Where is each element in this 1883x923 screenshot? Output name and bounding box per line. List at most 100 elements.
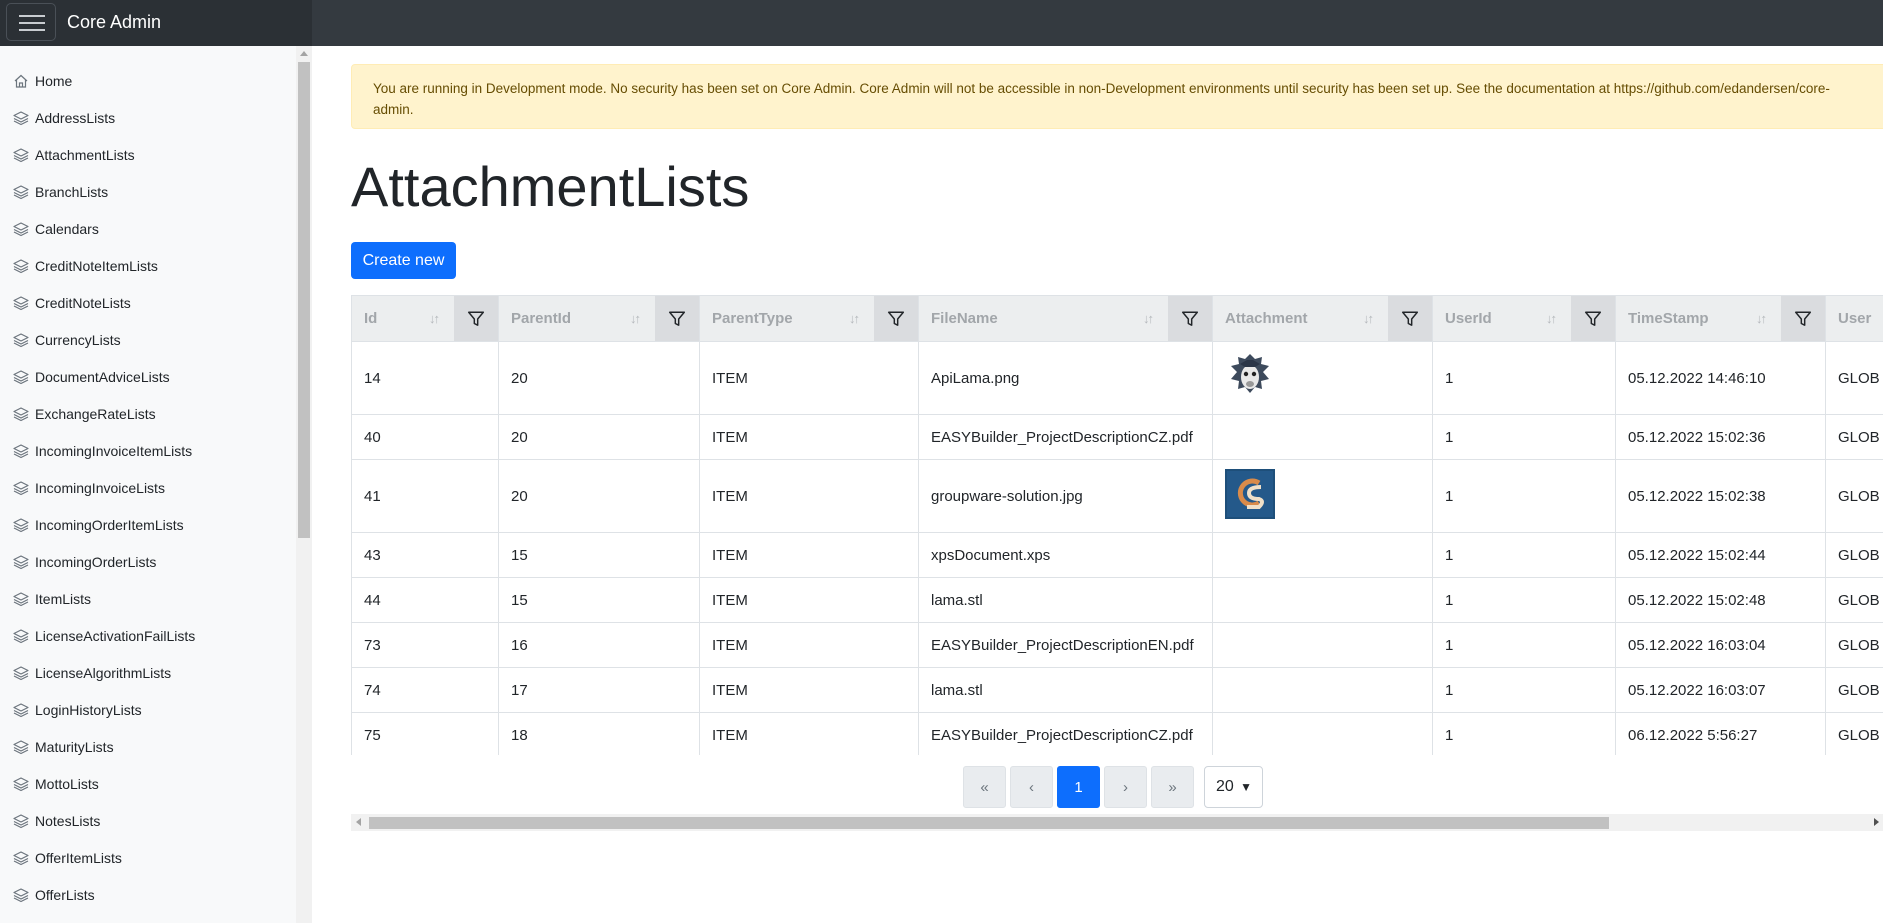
sidebar-item-home[interactable]: Home — [0, 64, 296, 98]
table-row[interactable]: 44 15 ITEM lama.stl 1 05.12.2022 15:02:48 GLOB — [351, 577, 1883, 623]
prev-page-button[interactable]: ‹ — [1010, 766, 1053, 808]
scroll-right-arrow-icon[interactable] — [1874, 818, 1879, 826]
sidebar-item-maturitylists[interactable]: MaturityLists — [0, 730, 296, 764]
sidebar-item-mottolists[interactable]: MottoLists — [0, 767, 296, 801]
sidebar-item-creditnotelists[interactable]: CreditNoteLists — [0, 286, 296, 320]
table-row[interactable]: 14 20 ITEM ApiLama.png 1 05.12.2022 14:46:10 G… — [351, 341, 1883, 415]
sidebar-item-label: CreditNoteLists — [35, 295, 131, 311]
table-row[interactable]: 40 20 ITEM EASYBuilder_ProjectDescriptionCZ… — [351, 414, 1883, 460]
cell-parent-id: 15 — [498, 532, 700, 578]
filter-icon — [1794, 310, 1812, 328]
sidebar-item-branchlists[interactable]: BranchLists — [0, 175, 296, 209]
sidebar-item-incominginvoicelists[interactable]: IncomingInvoiceLists — [0, 471, 296, 505]
sort-icon[interactable]: ↓↑ — [630, 311, 641, 326]
sort-icon[interactable]: ↓↑ — [1756, 311, 1767, 326]
cell-user-id: 1 — [1432, 667, 1616, 713]
column-header-user[interactable]: User — [1825, 295, 1883, 342]
sidebar-item-addresslists[interactable]: AddressLists — [0, 101, 296, 135]
column-header-attachment[interactable]: Attachment ↓↑ — [1212, 295, 1433, 342]
cell-timestamp: 06.12.2022 5:56:27 — [1615, 712, 1826, 755]
cell-user: GLOB — [1825, 667, 1883, 713]
data-table-container: Id ↓↑ ParentId ↓↑ ParentType ↓↑ FileName ↓↑ Atta… — [351, 295, 1883, 755]
filter-button[interactable] — [874, 296, 918, 341]
create-new-button[interactable]: Create new — [351, 242, 456, 279]
sidebar-item-noteslists[interactable]: NotesLists — [0, 804, 296, 838]
sidebar-item-currencylists[interactable]: CurrencyLists — [0, 323, 296, 357]
table-row[interactable]: 75 18 ITEM EASYBuilder_ProjectDescriptionCZ… — [351, 712, 1883, 755]
lama-thumbnail-image[interactable] — [1225, 351, 1275, 401]
layers-icon — [13, 813, 35, 829]
cell-parent-id: 18 — [498, 712, 700, 755]
sidebar-scroll-thumb[interactable] — [298, 62, 310, 538]
table-row[interactable]: 43 15 ITEM xpsDocument.xps 1 05.12.2022 15:02… — [351, 532, 1883, 578]
scroll-left-arrow-icon[interactable] — [356, 818, 361, 826]
filter-button[interactable] — [454, 296, 498, 341]
sort-icon[interactable]: ↓↑ — [429, 311, 440, 326]
sidebar-item-licensealgorithmlists[interactable]: LicenseAlgorithmLists — [0, 656, 296, 690]
filter-button[interactable] — [655, 296, 699, 341]
column-header-timestamp[interactable]: TimeStamp ↓↑ — [1615, 295, 1826, 342]
layers-icon — [13, 739, 35, 755]
cell-file-name: EASYBuilder_ProjectDescriptionEN.pdf — [918, 622, 1213, 668]
column-header-filename[interactable]: FileName ↓↑ — [918, 295, 1213, 342]
sidebar-item-licenseactivationfaillists[interactable]: LicenseActivationFailLists — [0, 619, 296, 653]
development-mode-alert: You are running in Development mode. No … — [351, 64, 1883, 129]
column-header-parentid[interactable]: ParentId ↓↑ — [498, 295, 700, 342]
page-1-button[interactable]: 1 — [1057, 766, 1100, 808]
sidebar-item-documentadvicelists[interactable]: DocumentAdviceLists — [0, 360, 296, 394]
menu-toggle-button[interactable] — [6, 3, 56, 41]
sidebar-item-attachmentlists[interactable]: AttachmentLists — [0, 138, 296, 172]
last-page-button[interactable]: » — [1151, 766, 1194, 808]
gs-logo-thumbnail-image[interactable] — [1225, 469, 1275, 519]
table-body: 14 20 ITEM ApiLama.png 1 05.12.2022 14:46:10 G… — [351, 341, 1883, 755]
sort-icon[interactable]: ↓↑ — [1546, 311, 1557, 326]
horizontal-scroll-thumb[interactable] — [369, 817, 1609, 829]
sidebar-item-itemlists[interactable]: ItemLists — [0, 582, 296, 616]
layers-icon — [13, 591, 35, 607]
sort-icon[interactable]: ↓↑ — [1143, 311, 1154, 326]
column-header-label: TimeStamp — [1628, 310, 1709, 327]
sidebar-item-label: LicenseAlgorithmLists — [35, 665, 172, 681]
table-row[interactable]: 74 17 ITEM lama.stl 1 05.12.2022 16:03:07 GLOB — [351, 667, 1883, 713]
sidebar-scrollbar[interactable] — [296, 46, 312, 923]
filter-button[interactable] — [1781, 296, 1825, 341]
sort-icon[interactable]: ↓↑ — [1363, 311, 1374, 326]
brand-title[interactable]: Core Admin — [67, 12, 161, 33]
sidebar-item-label: AttachmentLists — [35, 147, 135, 163]
sidebar-item-label: LoginHistoryLists — [35, 702, 142, 718]
page-size-select[interactable]: 20 ▼ — [1204, 766, 1263, 808]
table-header-row: Id ↓↑ ParentId ↓↑ ParentType ↓↑ FileName ↓↑ Atta… — [351, 295, 1883, 342]
sidebar-item-calendars[interactable]: Calendars — [0, 212, 296, 246]
sidebar-item-creditnoteitemlists[interactable]: CreditNoteItemLists — [0, 249, 296, 283]
column-header-label: ParentId — [511, 310, 572, 327]
sidebar-item-loginhistorylists[interactable]: LoginHistoryLists — [0, 693, 296, 727]
sidebar-item-offerlists[interactable]: OfferLists — [0, 878, 296, 912]
sidebar-item-incomingorderitemlists[interactable]: IncomingOrderItemLists — [0, 508, 296, 542]
next-page-button[interactable]: › — [1104, 766, 1147, 808]
cell-parent-type: ITEM — [699, 459, 919, 533]
table-row[interactable]: 41 20 ITEM groupware-solution.jpg 1 05.12.202… — [351, 459, 1883, 533]
cell-user-id: 1 — [1432, 459, 1616, 533]
sidebar-item-label: DocumentAdviceLists — [35, 369, 170, 385]
horizontal-scrollbar[interactable] — [351, 814, 1883, 831]
table-row[interactable]: 73 16 ITEM EASYBuilder_ProjectDescriptionEN… — [351, 622, 1883, 668]
sort-icon[interactable]: ↓↑ — [849, 311, 860, 326]
column-header-parenttype[interactable]: ParentType ↓↑ — [699, 295, 919, 342]
column-header-userid[interactable]: UserId ↓↑ — [1432, 295, 1616, 342]
cell-user: GLOB — [1825, 622, 1883, 668]
filter-button[interactable] — [1388, 296, 1432, 341]
cell-parent-id: 17 — [498, 667, 700, 713]
sidebar-item-exchangeratelists[interactable]: ExchangeRateLists — [0, 397, 296, 431]
column-header-id[interactable]: Id ↓↑ — [351, 295, 499, 342]
filter-button[interactable] — [1571, 296, 1615, 341]
sidebar-item-offeritemlists[interactable]: OfferItemLists — [0, 841, 296, 875]
sidebar-item-incomingorderlists[interactable]: IncomingOrderLists — [0, 545, 296, 579]
scroll-up-arrow-icon[interactable] — [300, 51, 308, 56]
first-page-button[interactable]: « — [963, 766, 1006, 808]
filter-button[interactable] — [1168, 296, 1212, 341]
layers-icon — [13, 665, 35, 681]
sidebar-item-incominginvoiceitemlists[interactable]: IncomingInvoiceItemLists — [0, 434, 296, 468]
cell-parent-id: 20 — [498, 414, 700, 460]
data-table: Id ↓↑ ParentId ↓↑ ParentType ↓↑ FileName ↓↑ Atta… — [351, 295, 1883, 755]
sidebar-item-label: Calendars — [35, 221, 99, 237]
